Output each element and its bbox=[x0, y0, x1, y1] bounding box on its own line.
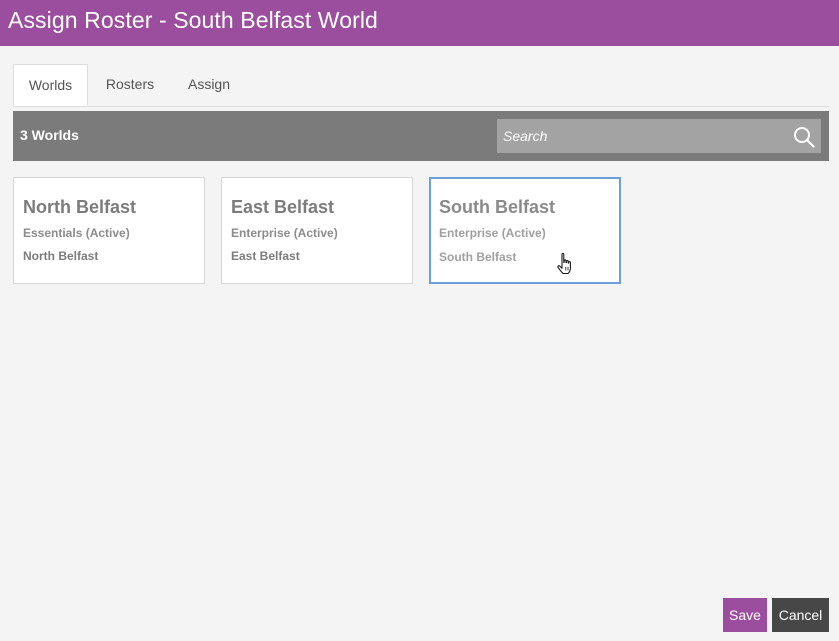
title-bar: Assign Roster - South Belfast World bbox=[0, 0, 839, 46]
tab-rosters[interactable]: Rosters bbox=[94, 64, 166, 105]
world-plan: Enterprise (Active) bbox=[231, 226, 338, 240]
world-location: North Belfast bbox=[23, 249, 99, 263]
save-button[interactable]: Save bbox=[723, 598, 767, 632]
search-box bbox=[497, 119, 821, 153]
tab-assign[interactable]: Assign bbox=[173, 64, 245, 105]
worlds-toolbar: 3 Worlds bbox=[13, 111, 829, 161]
world-plan: Enterprise (Active) bbox=[439, 226, 546, 240]
world-name: East Belfast bbox=[231, 197, 335, 217]
tab-bar: Worlds Rosters Assign bbox=[13, 64, 829, 107]
world-card-south-belfast[interactable]: South Belfast Enterprise (Active) South … bbox=[429, 177, 621, 284]
cancel-button[interactable]: Cancel bbox=[772, 598, 829, 632]
search-icon[interactable] bbox=[793, 126, 815, 148]
world-plan: Essentials (Active) bbox=[23, 226, 130, 240]
world-location: South Belfast bbox=[439, 250, 517, 264]
world-name: South Belfast bbox=[439, 197, 556, 217]
assign-roster-dialog: Assign Roster - South Belfast World Worl… bbox=[0, 0, 839, 641]
worlds-count: 3 Worlds bbox=[20, 127, 79, 143]
hand-cursor-icon bbox=[557, 252, 571, 275]
world-card-east-belfast[interactable]: East Belfast Enterprise (Active) East Be… bbox=[221, 177, 413, 284]
world-name: North Belfast bbox=[23, 197, 137, 217]
world-location: East Belfast bbox=[231, 249, 300, 263]
dialog-title: Assign Roster - South Belfast World bbox=[8, 7, 378, 33]
search-input[interactable] bbox=[497, 119, 787, 153]
world-card-north-belfast[interactable]: North Belfast Essentials (Active) North … bbox=[13, 177, 205, 284]
tab-worlds[interactable]: Worlds bbox=[13, 64, 88, 106]
